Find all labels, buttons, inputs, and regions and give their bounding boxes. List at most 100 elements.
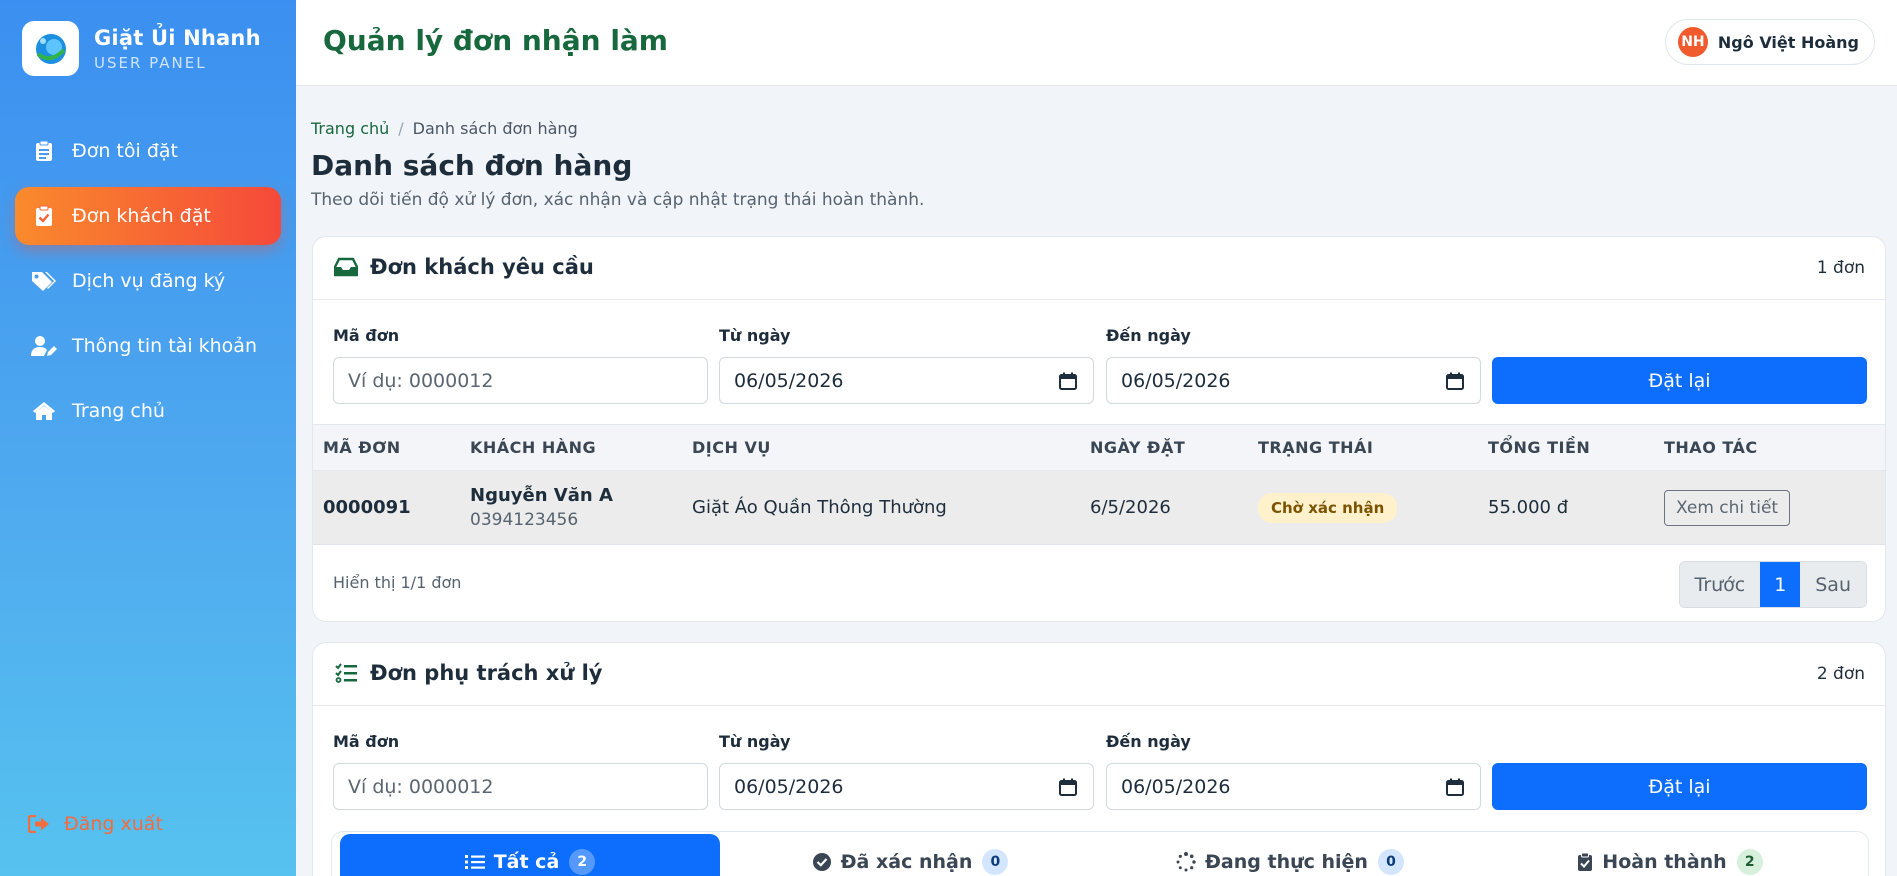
- service-name: Giặt Áo Quần Thông Thường: [692, 470, 1090, 545]
- breadcrumb-separator: /: [398, 119, 404, 138]
- order-code-label: Mã đơn: [333, 732, 400, 751]
- calendar-icon[interactable]: [1446, 371, 1466, 391]
- pagination: Trước 1 Sau: [1678, 561, 1867, 608]
- order-code: 0000091: [313, 470, 470, 545]
- to-date-input[interactable]: 06/05/2026: [1106, 763, 1481, 810]
- actions-cell: Xem chi tiết: [1664, 470, 1885, 545]
- status-cell: Chờ xác nhận: [1258, 470, 1488, 545]
- page-title: Danh sách đơn hàng: [311, 149, 633, 182]
- col-order-date[interactable]: NGÀY ĐẶT: [1090, 424, 1258, 471]
- sidebar: Giặt Ủi Nhanh USER PANEL Đơn tôi đặt Đơn…: [0, 0, 296, 876]
- clipboard-list-icon: [31, 138, 57, 164]
- col-customer[interactable]: KHÁCH HÀNG: [470, 424, 692, 471]
- sidebar-nav: Đơn tôi đặt Đơn khách đặt Dịch vụ đăng k…: [15, 122, 281, 447]
- reset-button[interactable]: Đặt lại: [1492, 763, 1867, 810]
- user-edit-icon: [31, 333, 57, 359]
- tab-label: Đã xác nhận: [840, 851, 973, 873]
- tab-count-badge: 2: [1736, 849, 1763, 875]
- home-icon: [31, 398, 57, 424]
- sidebar-item-label: Thông tin tài khoản: [72, 335, 257, 357]
- col-total[interactable]: TỔNG TIỀN: [1488, 424, 1664, 471]
- breadcrumb-current: Danh sách đơn hàng: [412, 119, 578, 138]
- tab-in-progress[interactable]: Đang thực hiện 0: [1100, 832, 1480, 876]
- sidebar-item-account[interactable]: Thông tin tài khoản: [15, 317, 281, 375]
- breadcrumb: Trang chủ / Danh sách đơn hàng: [311, 119, 578, 138]
- tab-label: Tất cả: [493, 851, 560, 873]
- user-name: Ngô Việt Hoàng: [1717, 32, 1859, 52]
- calendar-icon[interactable]: [1059, 371, 1079, 391]
- sidebar-item-services[interactable]: Dịch vụ đăng ký: [15, 252, 281, 310]
- to-date-value: 06/05/2026: [1121, 775, 1231, 798]
- sidebar-item-customer-orders[interactable]: Đơn khách đặt: [15, 187, 281, 245]
- from-date-input[interactable]: 06/05/2026: [719, 763, 1094, 810]
- next-page-button[interactable]: Sau: [1800, 562, 1866, 607]
- to-date-value: 06/05/2026: [1121, 369, 1231, 392]
- sidebar-item-label: Dịch vụ đăng ký: [72, 270, 226, 292]
- order-count: 1 đơn: [1816, 258, 1865, 278]
- customer-phone: 0394123456: [470, 510, 579, 530]
- tab-count-badge: 0: [982, 849, 1009, 875]
- breadcrumb-home-link[interactable]: Trang chủ: [311, 119, 389, 138]
- logout-button[interactable]: Đăng xuất: [28, 812, 163, 836]
- status-tabs: Tất cả 2 Đã xác nhận 0 Đang thực hiện 0 …: [331, 831, 1869, 876]
- clipboard-check-icon: [1577, 852, 1593, 872]
- prev-page-button[interactable]: Trước: [1679, 562, 1761, 607]
- calendar-icon[interactable]: [1446, 777, 1466, 797]
- from-date-value: 06/05/2026: [734, 369, 844, 392]
- page-subtitle: Theo dõi tiến độ xử lý đơn, xác nhận và …: [311, 190, 925, 210]
- card-title: Đơn phụ trách xử lý: [370, 661, 603, 685]
- order-count: 2 đơn: [1816, 664, 1865, 684]
- card-title: Đơn khách yêu cầu: [370, 255, 594, 279]
- col-status[interactable]: TRẠNG THÁI: [1258, 424, 1488, 471]
- col-service[interactable]: DỊCH VỤ: [692, 424, 1090, 471]
- sidebar-item-home[interactable]: Trang chủ: [15, 382, 281, 440]
- header-title: Quản lý đơn nhận làm: [323, 24, 668, 57]
- brand-logo-icon: [22, 21, 79, 76]
- filter-bar: Mã đơn Ví dụ: 0000012 Từ ngày 06/05/2026…: [313, 706, 1885, 830]
- calendar-icon[interactable]: [1059, 777, 1079, 797]
- tab-all[interactable]: Tất cả 2: [340, 834, 720, 876]
- brand-name: Giặt Ủi Nhanh: [94, 25, 261, 50]
- card-header: Đơn khách yêu cầu 1 đơn: [313, 237, 1885, 300]
- top-header: Quản lý đơn nhận làm NH Ngô Việt Hoàng: [296, 0, 1897, 86]
- brand[interactable]: Giặt Ủi Nhanh USER PANEL: [22, 21, 261, 76]
- page-1-button[interactable]: 1: [1760, 562, 1801, 607]
- showing-count: Hiển thị 1/1 đơn: [333, 573, 462, 592]
- col-order-code[interactable]: MÃ ĐƠN: [313, 424, 470, 471]
- sidebar-item-label: Đơn khách đặt: [72, 205, 211, 227]
- spinner-icon: [1176, 852, 1196, 872]
- check-circle-icon: [812, 852, 832, 872]
- tasks-list-icon: [333, 660, 359, 686]
- order-code-label: Mã đơn: [333, 326, 400, 345]
- clipboard-check-icon: [31, 203, 57, 229]
- user-menu[interactable]: NH Ngô Việt Hoàng: [1664, 19, 1875, 65]
- assigned-orders-card: Đơn phụ trách xử lý 2 đơn Mã đơn Ví dụ: …: [312, 642, 1886, 876]
- order-code-input[interactable]: Ví dụ: 0000012: [333, 763, 708, 810]
- list-icon: [464, 854, 485, 870]
- order-code-input[interactable]: Ví dụ: 0000012: [333, 357, 708, 404]
- customer-requests-card: Đơn khách yêu cầu 1 đơn Mã đơn Ví dụ: 00…: [312, 236, 1886, 622]
- view-detail-button[interactable]: Xem chi tiết: [1664, 489, 1791, 526]
- orders-table: MÃ ĐƠN KHÁCH HÀNG DỊCH VỤ NGÀY ĐẶT TRẠNG…: [313, 424, 1885, 545]
- reset-button[interactable]: Đặt lại: [1492, 357, 1867, 404]
- filter-bar: Mã đơn Ví dụ: 0000012 Từ ngày 06/05/2026…: [313, 300, 1885, 424]
- to-date-input[interactable]: 06/05/2026: [1106, 357, 1481, 404]
- sidebar-item-my-orders[interactable]: Đơn tôi đặt: [15, 122, 281, 180]
- table-row[interactable]: 0000091 Nguyễn Văn A 0394123456 Giặt Áo …: [313, 470, 1885, 545]
- col-actions: THAO TÁC: [1664, 424, 1885, 471]
- tags-icon: [31, 268, 57, 294]
- from-date-label: Từ ngày: [719, 326, 791, 345]
- card-header: Đơn phụ trách xử lý 2 đơn: [313, 643, 1885, 706]
- order-total: 55.000 đ: [1488, 470, 1664, 545]
- sign-out-icon: [28, 812, 52, 836]
- tab-label: Hoàn thành: [1602, 851, 1727, 873]
- tab-count-badge: 0: [1377, 849, 1404, 875]
- avatar: NH: [1677, 27, 1708, 57]
- inbox-icon: [333, 254, 359, 280]
- tab-completed[interactable]: Hoàn thành 2: [1480, 832, 1860, 876]
- customer-cell: Nguyễn Văn A 0394123456: [470, 470, 692, 545]
- from-date-label: Từ ngày: [719, 732, 791, 751]
- to-date-label: Đến ngày: [1106, 732, 1191, 751]
- from-date-input[interactable]: 06/05/2026: [719, 357, 1094, 404]
- tab-confirmed[interactable]: Đã xác nhận 0: [720, 832, 1100, 876]
